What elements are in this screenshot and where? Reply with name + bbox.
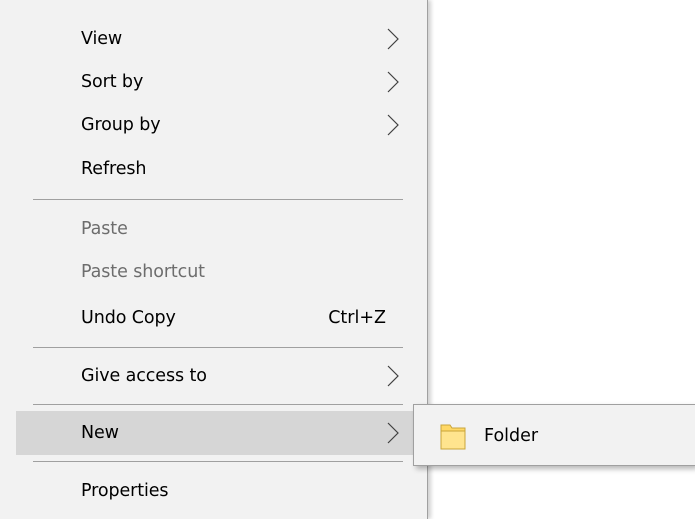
chevron-right-icon xyxy=(387,28,399,50)
menu-item-paste: Paste xyxy=(16,207,418,251)
menu-item-label: Sort by xyxy=(81,72,144,92)
menu-item-refresh[interactable]: Refresh xyxy=(16,147,418,191)
menu-separator xyxy=(33,461,403,462)
folder-icon xyxy=(440,424,466,450)
menu-separator xyxy=(33,199,403,200)
menu-item-undo-copy[interactable]: Undo Copy Ctrl+Z xyxy=(16,296,418,340)
menu-item-group-by[interactable]: Group by xyxy=(16,103,418,147)
menu-separator xyxy=(33,347,403,348)
menu-item-give-access-to[interactable]: Give access to xyxy=(16,354,418,398)
menu-item-label: New xyxy=(81,423,119,443)
menu-item-label: Paste xyxy=(81,219,128,239)
menu-item-label: Undo Copy xyxy=(81,308,176,328)
menu-item-label: Group by xyxy=(81,115,161,135)
submenu-item-label: Folder xyxy=(484,426,539,446)
submenu-item-folder[interactable]: Folder xyxy=(427,416,693,456)
menu-item-sort-by[interactable]: Sort by xyxy=(16,60,418,104)
menu-item-paste-shortcut: Paste shortcut xyxy=(16,250,418,294)
new-submenu: Folder xyxy=(413,404,695,466)
menu-item-new[interactable]: New xyxy=(16,411,418,455)
menu-item-label: Paste shortcut xyxy=(81,262,205,282)
menu-item-view[interactable]: View xyxy=(16,17,418,61)
shortcut-label: Ctrl+Z xyxy=(328,308,386,328)
menu-item-properties[interactable]: Properties xyxy=(16,469,418,513)
chevron-right-icon xyxy=(387,422,399,444)
menu-separator xyxy=(33,404,403,405)
chevron-right-icon xyxy=(387,71,399,93)
menu-item-label: Give access to xyxy=(81,366,207,386)
desktop: View Sort by Group by Refresh Paste Past… xyxy=(0,0,695,519)
chevron-right-icon xyxy=(387,365,399,387)
context-menu: View Sort by Group by Refresh Paste Past… xyxy=(0,0,428,519)
menu-item-label: View xyxy=(81,29,123,49)
chevron-right-icon xyxy=(387,114,399,136)
menu-item-label: Refresh xyxy=(81,159,147,179)
menu-item-label: Properties xyxy=(81,481,169,501)
